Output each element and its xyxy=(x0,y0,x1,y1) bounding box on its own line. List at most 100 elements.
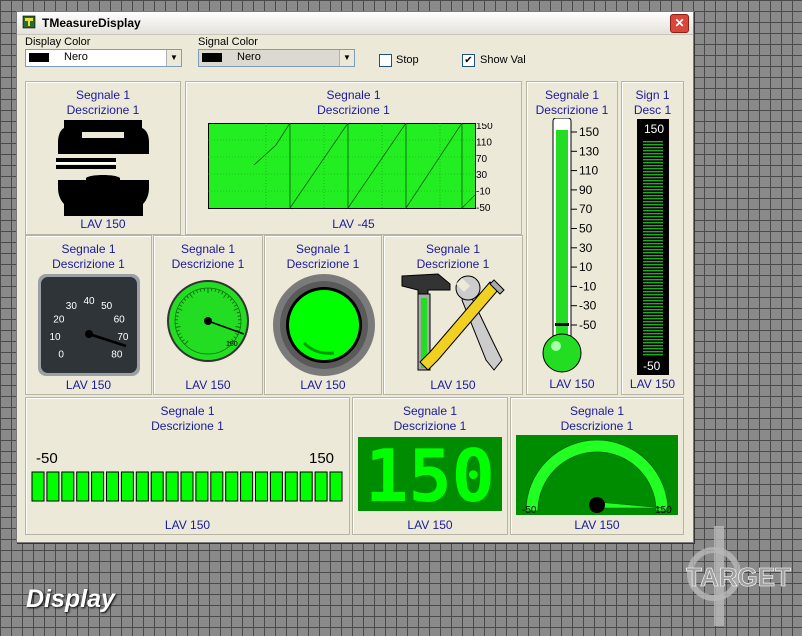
panel-footer-value: LAV 150 xyxy=(549,377,595,391)
segment-cell xyxy=(284,471,298,502)
panel-level-sensor: Segnale 1 Descrizione 1 LAV 150 xyxy=(25,81,181,235)
check-icon: ✔ xyxy=(464,55,473,66)
segment-cell xyxy=(76,471,90,502)
segment-cell xyxy=(314,471,328,502)
bar-meter-segment xyxy=(643,294,663,296)
close-button[interactable]: ✕ xyxy=(670,14,689,33)
thermo-scale-label: 30 xyxy=(579,241,593,255)
digital-readout: 150 xyxy=(358,437,502,511)
display-caption: Display xyxy=(26,585,115,613)
bar-meter-segment xyxy=(643,147,663,149)
dial-scale-label: 50 xyxy=(101,301,113,312)
bar-max-label: 150 xyxy=(644,122,665,136)
bar-meter-segment xyxy=(643,240,663,242)
round-gauge-max-label: 150 xyxy=(226,341,238,348)
thermo-scale-label: -30 xyxy=(579,299,597,313)
dial-scale-label: 0 xyxy=(58,350,64,361)
bar-meter-segment xyxy=(643,159,663,161)
panel-analog-dial: Segnale 1 Descrizione 1 0 10 20 30 40 50 60 70 8… xyxy=(25,235,152,395)
close-icon: ✕ xyxy=(674,16,685,30)
stop-checkbox[interactable] xyxy=(379,54,392,67)
bar-meter-segment xyxy=(643,228,663,230)
thermo-scale-label: -50 xyxy=(579,318,597,332)
dial-scale-label: 80 xyxy=(111,350,123,361)
bar-meter-segment xyxy=(643,165,663,167)
dial-scale-label: 20 xyxy=(53,314,65,325)
panel-footer-value: LAV -45 xyxy=(332,217,375,231)
bar-meter-segment xyxy=(643,150,663,152)
bar-meter-segment xyxy=(643,195,663,197)
panel-bar-meter: Sign 1 Desc 1 150 -50 LAV 150 xyxy=(621,81,684,395)
panel-footer-value: LAV 150 xyxy=(574,518,620,532)
bar-meter-segment xyxy=(643,198,663,200)
segment-min-label: -50 xyxy=(36,450,58,467)
segment-bar-gauge xyxy=(31,471,343,502)
signal-desc: Descrizione 1 xyxy=(52,257,125,271)
chevron-down-icon[interactable]: ▼ xyxy=(339,50,354,66)
bar-meter-segment xyxy=(643,156,663,158)
bar-meter-segment xyxy=(643,225,663,227)
trend-scale-label: 150 xyxy=(476,123,493,132)
bar-meter-segment xyxy=(643,321,663,323)
panel-footer-value: LAV 150 xyxy=(629,377,676,391)
panel-round-gauge: Segnale 1 Descrizione 1 150 LAV 150 xyxy=(153,235,263,395)
bar-meter-segment xyxy=(643,213,663,215)
bar-meter-segment xyxy=(643,210,663,212)
trend-scale-label: -10 xyxy=(476,187,491,198)
thermo-scale-label: 150 xyxy=(579,125,599,139)
signal-desc: Descrizione 1 xyxy=(560,419,634,433)
segment-cell xyxy=(255,471,268,502)
bar-meter-segment xyxy=(643,183,663,185)
panel-footer-value: LAV 150 xyxy=(185,378,231,392)
app-icon xyxy=(22,15,36,29)
segment-cell xyxy=(299,471,313,502)
bar-meter-segment xyxy=(643,237,663,239)
arc-gauge: -50 150 xyxy=(516,435,678,515)
signal-title: Segnale 1 xyxy=(61,242,116,256)
bar-meter-segment xyxy=(643,219,663,221)
bar-meter-segment xyxy=(643,171,663,173)
bar-meter-segment xyxy=(643,144,663,146)
segment-cell xyxy=(106,471,119,502)
bar-meter-segment xyxy=(643,201,663,203)
segment-max-label: 150 xyxy=(309,450,335,467)
segment-cell xyxy=(31,471,45,502)
indicator-lamp xyxy=(273,274,375,376)
bar-meter-segment xyxy=(643,267,663,269)
chevron-down-icon[interactable]: ▼ xyxy=(166,50,181,66)
bar-meter-segment xyxy=(643,186,663,188)
title-bar[interactable]: TMeasureDisplay ✕ xyxy=(17,12,693,35)
bar-meter-segment xyxy=(643,243,663,245)
panel-arc-gauge: Segnale 1 Descrizione 1 -50 150 LAV 150 xyxy=(510,397,684,535)
bar-meter-segment xyxy=(643,333,663,335)
arc-min-label: -50 xyxy=(522,505,537,515)
bar-meter-segment xyxy=(643,222,663,224)
thermo-scale-label: 110 xyxy=(579,164,598,178)
thermo-scale-label: 90 xyxy=(579,183,593,197)
show-val-checkbox[interactable]: ✔ xyxy=(462,54,475,67)
panel-thermometer: Segnale 1 Descrizione 1 150 130 110 90 70 50 3… xyxy=(526,81,618,395)
thermo-scale-label: -10 xyxy=(579,279,597,293)
signal-color-select[interactable]: Nero ▼ xyxy=(198,49,355,67)
bar-meter-segment xyxy=(643,180,663,182)
bar-meter-segment xyxy=(643,300,663,302)
segment-cell xyxy=(150,471,164,502)
bar-meter-segment xyxy=(643,258,663,260)
show-val-label: Show Val xyxy=(480,54,526,66)
panel-tools: Segnale 1 Descrizione 1 LAV 150 xyxy=(383,235,523,395)
logo-text: TARGET xyxy=(686,562,791,592)
bar-meter-segment xyxy=(643,288,663,290)
display-color-select[interactable]: Nero ▼ xyxy=(25,49,182,67)
bar-meter-segment xyxy=(643,345,663,347)
panel-segment-bar: Segnale 1 Descrizione 1 -50 150 LAV 150 xyxy=(25,397,350,535)
panel-digital-display: Segnale 1 Descrizione 1 150 LAV 150 xyxy=(352,397,508,535)
bar-meter-segment xyxy=(643,336,663,338)
bar-meter-segment xyxy=(643,255,663,257)
bar-meter-segment xyxy=(643,276,663,278)
tools-icon xyxy=(401,273,505,371)
segment-cell xyxy=(240,471,254,502)
bar-meter-segment xyxy=(643,177,663,179)
bar-meter-segment xyxy=(643,297,663,299)
signal-title: Segnale 1 xyxy=(160,404,215,418)
bar-meter-segment xyxy=(643,231,663,233)
